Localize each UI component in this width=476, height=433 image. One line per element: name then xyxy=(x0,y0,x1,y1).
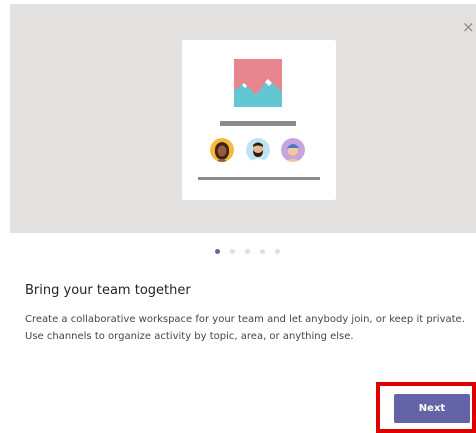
pagination-dot-2[interactable] xyxy=(230,249,235,254)
pagination-dot-5[interactable] xyxy=(275,249,280,254)
card-footer-placeholder xyxy=(198,177,320,180)
dialog-description: Create a collaborative workspace for you… xyxy=(25,314,465,342)
avatar-bearded-man-icon xyxy=(246,138,270,162)
card-title-placeholder xyxy=(220,121,296,126)
illustration-panel xyxy=(10,4,476,233)
avatar-man-with-cap-icon xyxy=(281,138,305,162)
team-card-illustration xyxy=(182,40,336,200)
dialog-heading: Bring your team together xyxy=(25,283,191,298)
pagination-dot-1[interactable] xyxy=(215,249,220,254)
next-button[interactable]: Next xyxy=(394,394,470,423)
close-icon[interactable]: × xyxy=(462,20,475,35)
pagination-dots xyxy=(215,249,280,254)
pagination-dot-4[interactable] xyxy=(260,249,265,254)
pagination-dot-3[interactable] xyxy=(245,249,250,254)
landscape-image-icon xyxy=(234,59,282,107)
avatar-woman-icon xyxy=(210,138,234,162)
